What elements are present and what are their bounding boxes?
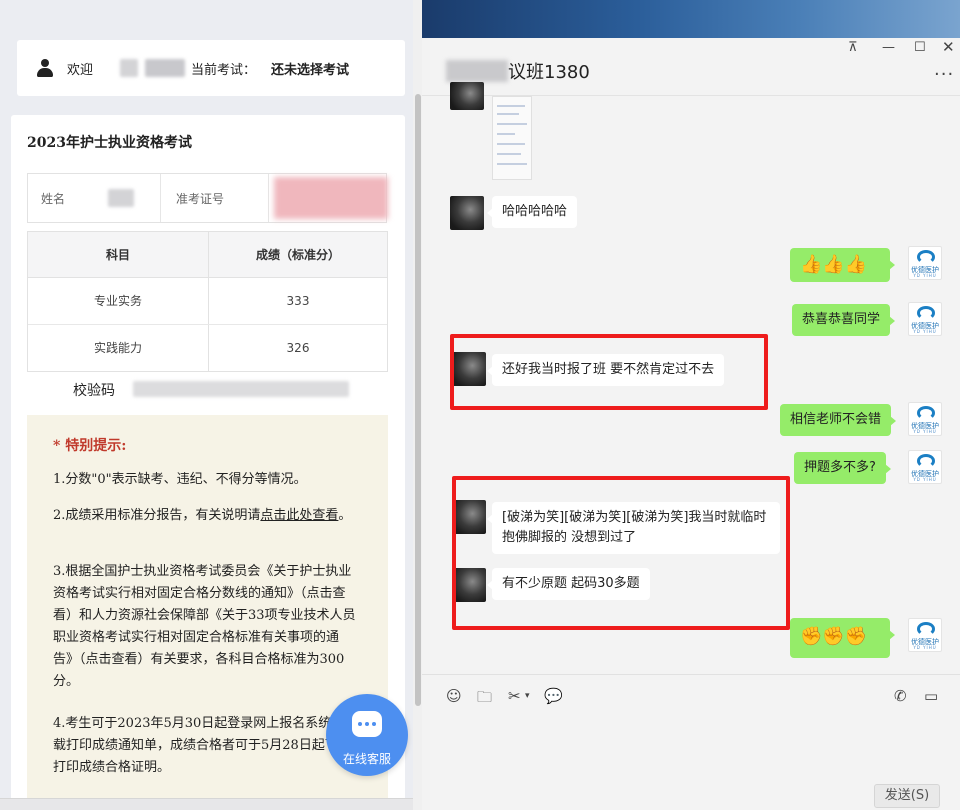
- image-message[interactable]: [492, 96, 532, 180]
- chat-message[interactable]: 押题多不多?: [794, 452, 891, 484]
- brand-logo-avatar[interactable]: 优德医护 YD YIHU: [908, 450, 942, 484]
- chat-history-icon[interactable]: 💬: [544, 687, 563, 705]
- brand-logo-avatar[interactable]: 优德医护 YD YIHU: [908, 302, 942, 336]
- emoji-icon[interactable]: ☺: [446, 687, 462, 705]
- highlight-box: [452, 476, 790, 630]
- online-service-label: 在线客服: [342, 752, 391, 766]
- logo-subtext: YD YIHU: [913, 329, 937, 334]
- candidate-info-table: 姓名 准考证号: [27, 173, 388, 223]
- logo-subtext: YD YIHU: [913, 645, 937, 650]
- redacted-username: [145, 59, 185, 77]
- redacted-username: [120, 59, 138, 77]
- logo-subtext: YD YIHU: [913, 429, 937, 434]
- folder-icon[interactable]: 🗀: [477, 687, 492, 712]
- user-icon: [37, 59, 53, 77]
- current-exam-value[interactable]: 还未选择考试: [271, 59, 349, 78]
- chat-message[interactable]: 👍👍👍: [790, 248, 895, 282]
- chat-message[interactable]: 相信老师不会错: [780, 404, 897, 436]
- send-button[interactable]: 发送(S): [874, 784, 940, 808]
- close-icon[interactable]: ✕: [942, 38, 955, 56]
- desktop-background: [422, 0, 960, 38]
- online-service-button[interactable]: 在线客服: [326, 694, 408, 776]
- brand-logo-avatar[interactable]: 优德医护 YD YIHU: [908, 618, 942, 652]
- brand-logo-avatar[interactable]: 优德医护 YD YIHU: [908, 246, 942, 280]
- notice-text: 。: [338, 508, 352, 523]
- scrollbar-thumb[interactable]: [415, 94, 421, 706]
- welcome-text: 欢迎: [67, 63, 94, 78]
- contact-avatar[interactable]: [450, 82, 484, 110]
- chat-bubble-icon: [352, 711, 382, 737]
- subject-cell: 实践能力: [93, 341, 142, 355]
- maximize-icon[interactable]: ☐: [914, 40, 926, 55]
- notice-item-1: 1.分数"0"表示缺考、违纪、不得分等情况。: [53, 472, 307, 487]
- video-call-icon[interactable]: ▭: [924, 687, 938, 705]
- notice-title: * 特别提示:: [53, 438, 127, 454]
- scissors-icon[interactable]: ✂: [508, 687, 521, 705]
- highlight-box: [450, 334, 768, 410]
- chat-header: 议班1380 ⊼ — ☐ ✕ ···: [422, 38, 960, 96]
- logo-subtext: YD YIHU: [913, 477, 937, 482]
- score-cell: 333: [208, 278, 387, 324]
- brand-logo-avatar[interactable]: 优德医护 YD YIHU: [908, 402, 942, 436]
- input-toolbar: ☺ 🗀 ✂ ▾ 💬 ✆ ▭: [422, 674, 960, 714]
- score-table-header: 科目 成绩（标准分）: [28, 232, 387, 278]
- exam-results-page: 欢迎 当前考试： 还未选择考试 2023年护士执业资格考试 姓名 准考证号 科目…: [0, 0, 422, 810]
- redacted-name: [108, 189, 134, 207]
- verify-code-label: 校验码: [73, 383, 115, 399]
- current-exam-label: 当前考试：: [191, 63, 257, 78]
- chevron-down-icon[interactable]: ▾: [525, 691, 530, 701]
- more-options-icon[interactable]: ···: [934, 64, 954, 85]
- table-row: 专业实务 333: [28, 278, 387, 325]
- redacted-exam-no: [274, 177, 388, 219]
- redacted-group-name: [446, 60, 508, 82]
- notice-text: 2.成绩采用标准分报告，有关说明请: [53, 508, 261, 523]
- exam-no-label: 准考证号: [176, 192, 225, 206]
- chat-window: 议班1380 ⊼ — ☐ ✕ ··· 哈哈哈哈哈 👍👍👍 优德医护 YD YIHU…: [422, 38, 960, 810]
- chat-message[interactable]: 哈哈哈哈哈: [486, 196, 578, 228]
- card-title: 2023年护士执业资格考试: [27, 135, 192, 151]
- redacted-verify-code: [133, 381, 349, 397]
- phone-icon[interactable]: ✆: [894, 687, 907, 705]
- contact-avatar[interactable]: [450, 196, 484, 230]
- chat-title: 议班1380: [508, 62, 590, 83]
- chat-message[interactable]: ✊✊✊: [790, 618, 895, 658]
- score-cell: 326: [208, 325, 387, 372]
- chat-message[interactable]: 恭喜恭喜同学: [792, 304, 896, 336]
- notice-item-2: 2.成绩采用标准分报告，有关说明请点击此处查看。: [53, 505, 357, 527]
- browser-bottom-bar: [0, 798, 413, 810]
- notice-item-3: 3.根据全国护士执业资格考试委员会《关于护士执业资格考试实行相对固定合格分数线的…: [53, 564, 356, 689]
- pin-icon[interactable]: ⊼: [848, 40, 858, 55]
- subject-cell: 专业实务: [93, 294, 142, 308]
- name-label: 姓名: [41, 192, 66, 206]
- minimize-icon[interactable]: —: [882, 40, 895, 55]
- page-header: 欢迎 当前考试： 还未选择考试: [17, 40, 405, 96]
- subject-header: 科目: [105, 248, 130, 262]
- score-header: 成绩（标准分）: [208, 232, 387, 277]
- table-row: 实践能力 326: [28, 325, 387, 372]
- logo-subtext: YD YIHU: [913, 273, 937, 278]
- view-details-link[interactable]: 点击此处查看: [260, 508, 338, 523]
- score-table: 科目 成绩（标准分） 专业实务 333 实践能力 326: [27, 231, 388, 372]
- notice-item-4: 4.考生可于2023年5月30日起登录网上报名系统下载打印成绩通知单，成绩合格者…: [53, 716, 351, 775]
